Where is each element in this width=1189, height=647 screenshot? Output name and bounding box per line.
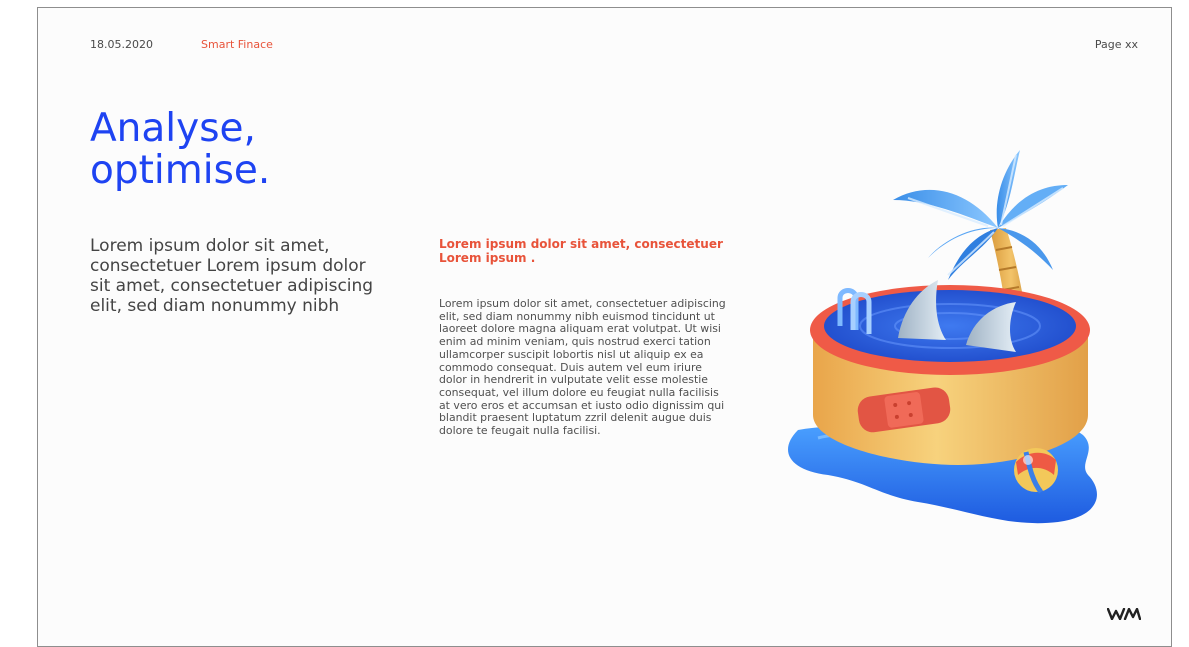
page-number: Page xx — [1094, 38, 1138, 51]
slide: 18.05.2020 Smart Finace Page xx Analyse,… — [37, 7, 1172, 647]
wm-logo-icon — [1107, 608, 1141, 620]
title-line-1: Analyse, — [90, 106, 256, 151]
body-text: Lorem ipsum dolor sit amet, consectetuer… — [439, 297, 726, 438]
brand-name: Smart Finace — [201, 38, 273, 51]
intro-text: Lorem ipsum dolor sit amet, consectetuer… — [90, 236, 374, 316]
slide-title: Analyse, optimise. — [90, 108, 270, 192]
title-line-2: optimise. — [90, 148, 271, 193]
body-subheading: Lorem ipsum dolor sit amet, consectetuer… — [439, 237, 723, 265]
pool-palm-shark-illustration — [788, 150, 1097, 524]
slide-date: 18.05.2020 — [90, 38, 153, 51]
